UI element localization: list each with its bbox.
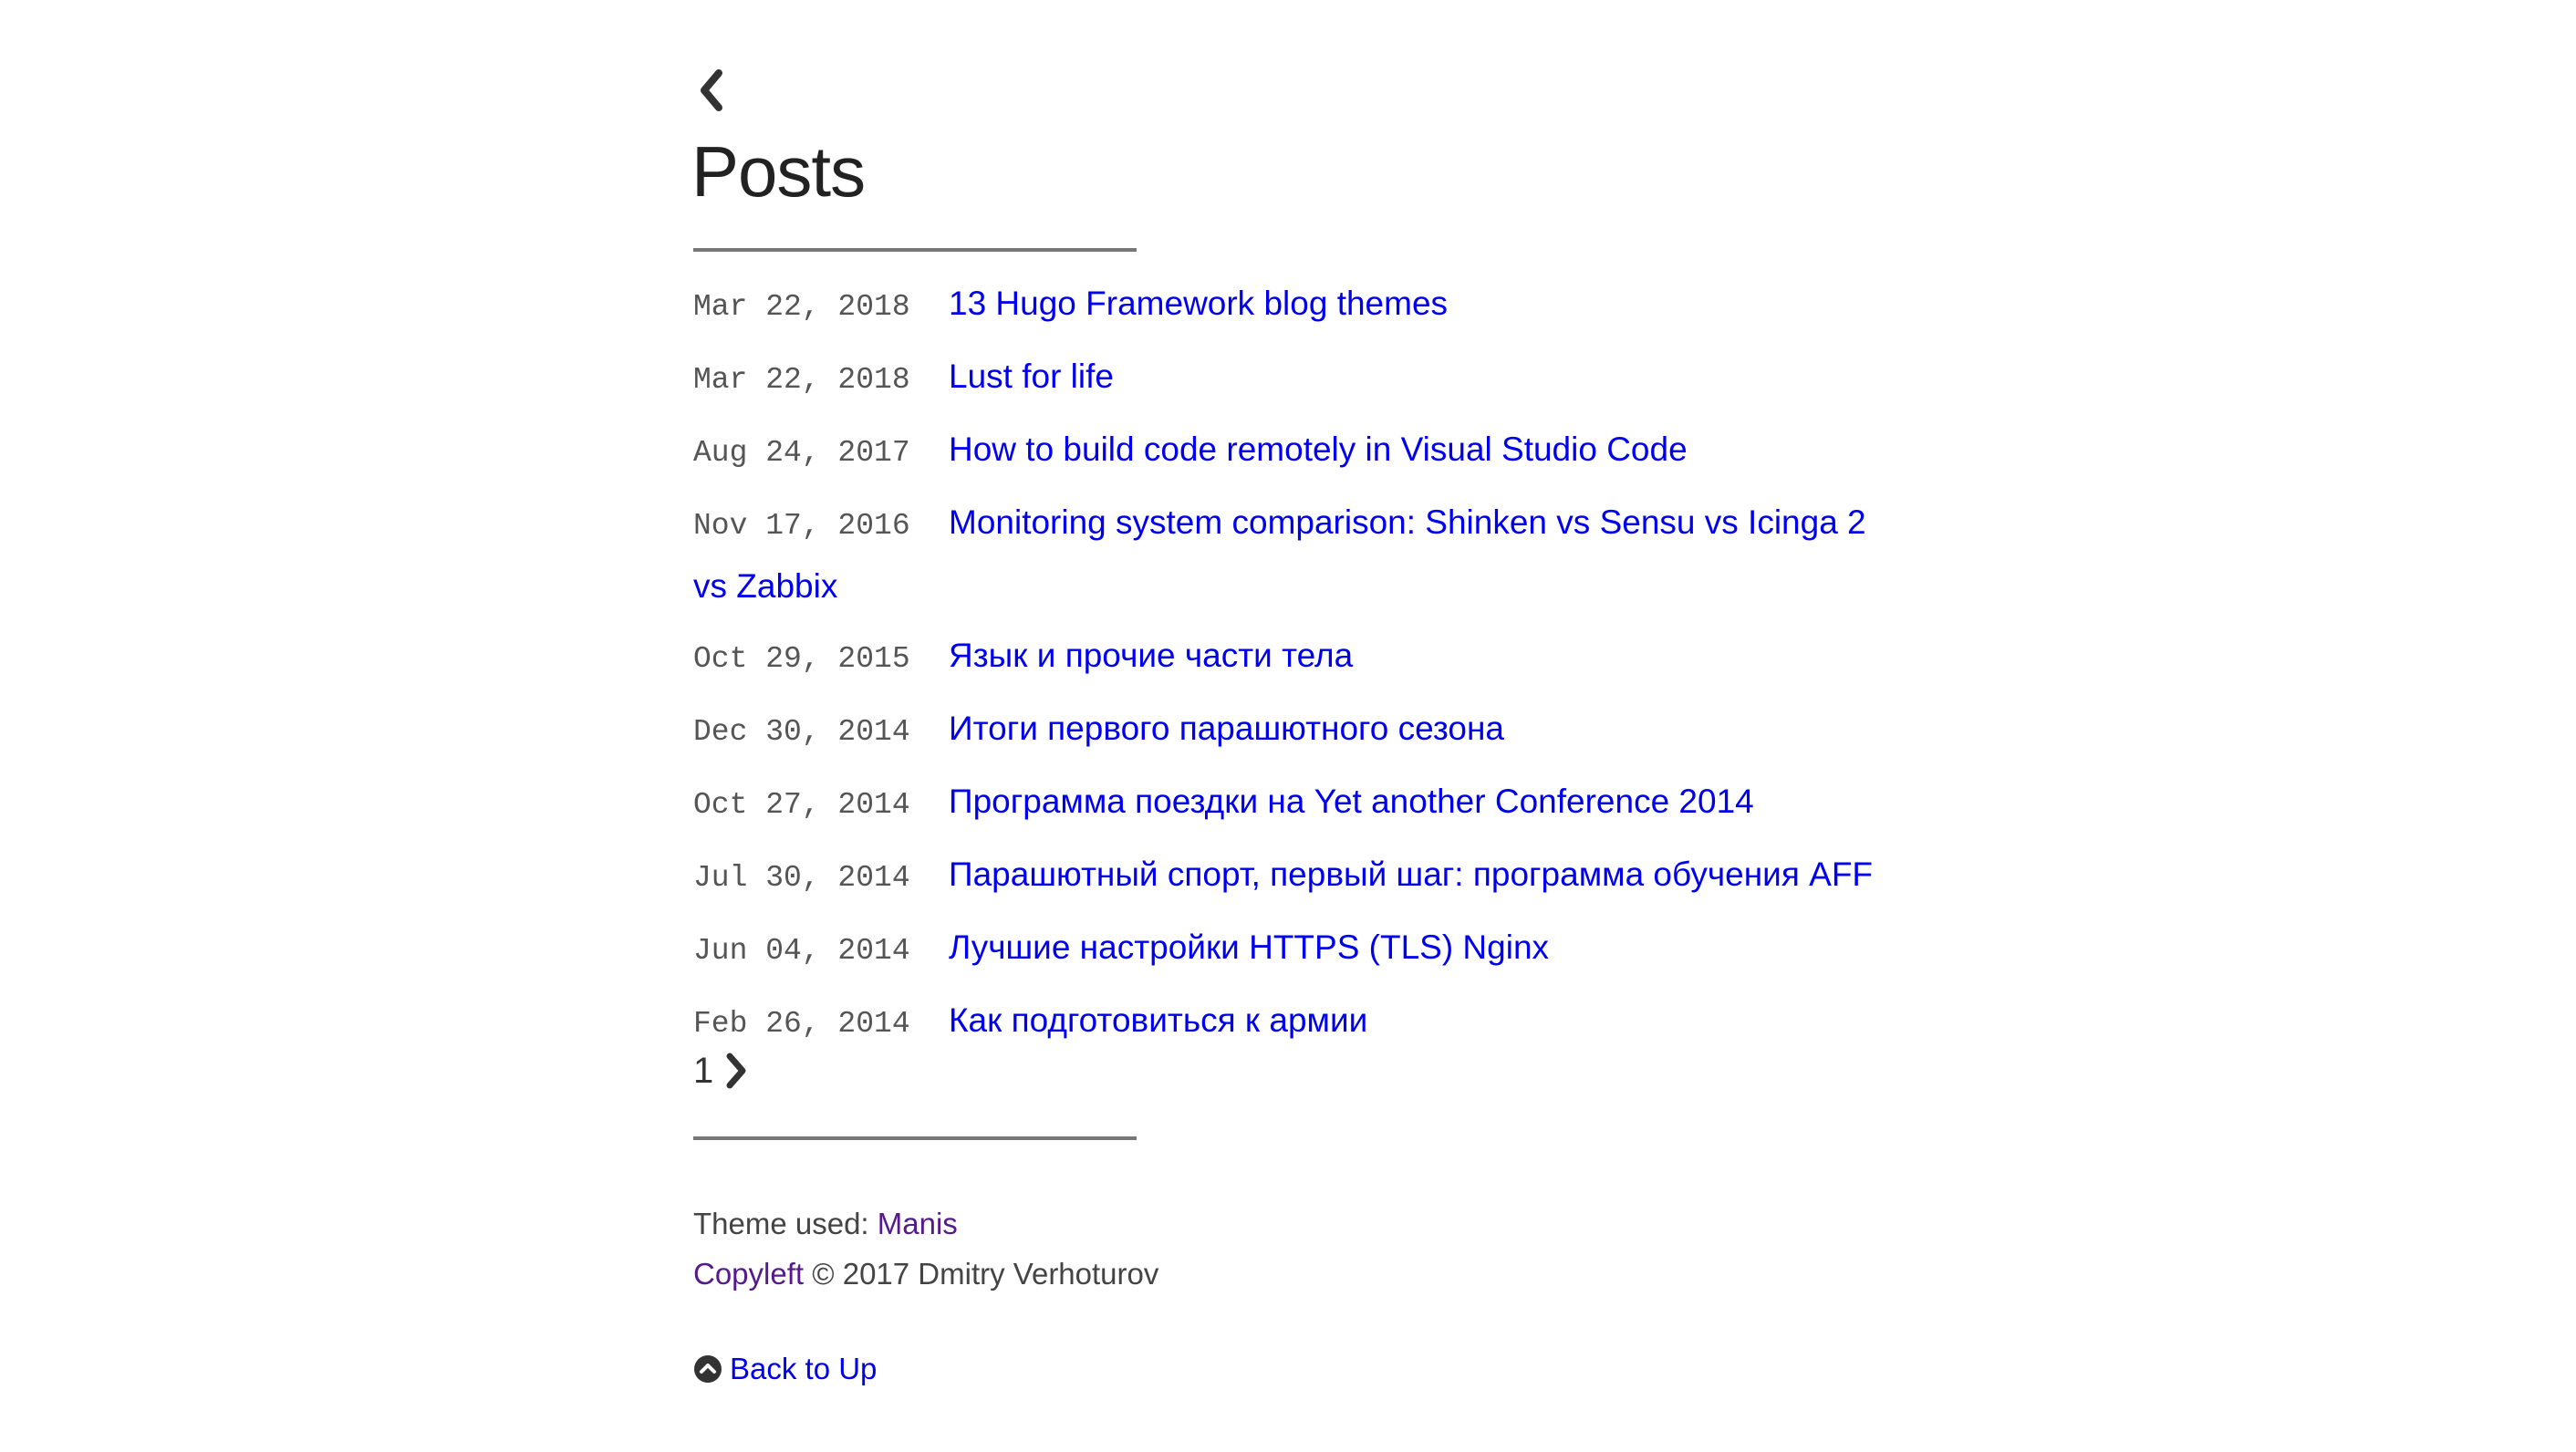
- post-link[interactable]: 13 Hugo Framework blog themes: [949, 285, 1448, 322]
- post-date: Aug 24, 2017: [693, 436, 910, 470]
- list-item: Jul 30, 2014 Парашютный спорт, первый шаг…: [693, 845, 1879, 908]
- copyright-text: © 2017 Dmitry Verhoturov: [804, 1257, 1159, 1291]
- post-date: Nov 17, 2016: [693, 509, 910, 543]
- post-date: Mar 22, 2018: [693, 290, 910, 324]
- post-date: Oct 29, 2015: [693, 642, 910, 676]
- back-to-up-label: Back to Up: [730, 1352, 878, 1385]
- list-item: Oct 27, 2014 Программа поездки на Yet ano…: [693, 772, 1879, 835]
- post-link[interactable]: Программа поездки на Yet another Confere…: [949, 783, 1754, 820]
- theme-prefix: Theme used:: [693, 1207, 878, 1240]
- divider-bottom: [693, 1136, 1137, 1140]
- list-item: Mar 22, 2018 13 Hugo Framework blog theme…: [693, 274, 1879, 337]
- post-link[interactable]: Как подготовиться к армии: [949, 1001, 1367, 1039]
- post-link[interactable]: Парашютный спорт, первый шаг: программа …: [949, 856, 1873, 893]
- chevron-left-icon[interactable]: [693, 67, 730, 113]
- theme-link[interactable]: Manis: [878, 1207, 958, 1240]
- post-date: Dec 30, 2014: [693, 715, 910, 749]
- pagination: 1: [693, 1047, 750, 1094]
- list-item: Feb 26, 2014 Как подготовиться к армии: [693, 990, 1879, 1054]
- page-title: Posts: [691, 131, 866, 212]
- current-page-number: 1: [693, 1050, 714, 1091]
- post-date: Jun 04, 2014: [693, 934, 910, 968]
- list-item: Nov 17, 2016 Monitoring system comparison…: [693, 493, 1879, 617]
- divider-top: [693, 248, 1137, 252]
- post-link[interactable]: Lust for life: [949, 358, 1114, 395]
- post-link[interactable]: Лучшие настройки HTTPS (TLS) Nginx: [949, 928, 1549, 966]
- copyleft-link[interactable]: Copyleft: [693, 1257, 804, 1291]
- post-link[interactable]: How to build code remotely in Visual Stu…: [949, 430, 1688, 468]
- footer: Theme used: Manis Copyleft © 2017 Dmitry…: [693, 1198, 1158, 1299]
- post-date: Mar 22, 2018: [693, 363, 910, 397]
- list-item: Aug 24, 2017 How to build code remotely i…: [693, 420, 1879, 483]
- theme-credit: Theme used: Manis: [693, 1198, 1158, 1249]
- post-date: Feb 26, 2014: [693, 1007, 910, 1041]
- copyright: Copyleft © 2017 Dmitry Verhoturov: [693, 1249, 1158, 1299]
- chevron-right-icon[interactable]: [722, 1052, 750, 1090]
- list-item: Dec 30, 2014 Итоги первого парашютного се…: [693, 699, 1879, 762]
- list-item: Mar 22, 2018 Lust for life: [693, 347, 1879, 410]
- post-link[interactable]: Итоги первого парашютного сезона: [949, 710, 1504, 747]
- back-to-up-link[interactable]: Back to Up: [693, 1346, 877, 1392]
- list-item: Jun 04, 2014 Лучшие настройки HTTPS (TLS)…: [693, 918, 1879, 981]
- post-link[interactable]: Язык и прочие части тела: [949, 637, 1353, 674]
- post-date: Oct 27, 2014: [693, 788, 910, 822]
- posts-list: Mar 22, 2018 13 Hugo Framework blog theme…: [693, 274, 1879, 1063]
- list-item: Oct 29, 2015 Язык и прочие части тела: [693, 626, 1879, 690]
- chevron-circle-up-icon: [694, 1355, 722, 1383]
- post-date: Jul 30, 2014: [693, 861, 910, 895]
